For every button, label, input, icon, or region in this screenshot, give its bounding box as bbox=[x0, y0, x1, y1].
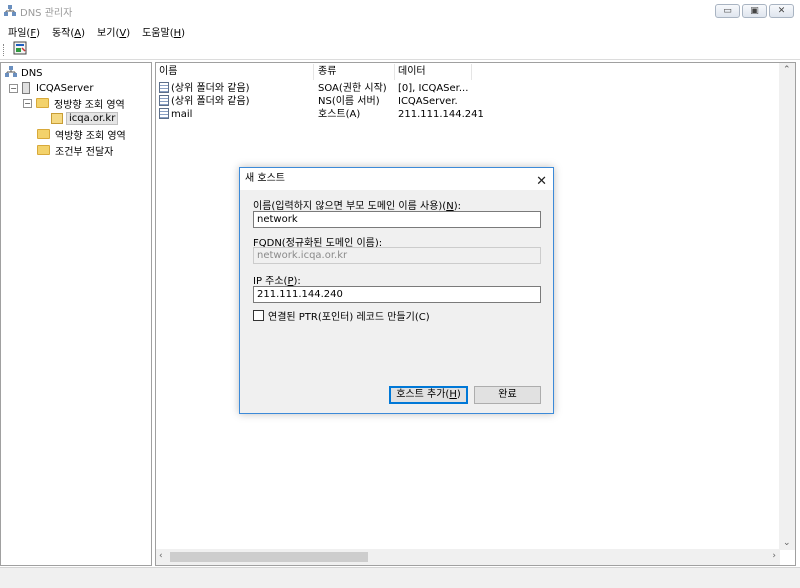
column-header-name[interactable]: 이름 bbox=[156, 64, 314, 80]
tree-item-server[interactable]: − ICQAServer bbox=[9, 81, 93, 95]
tree-item-label: icqa.or.kr bbox=[66, 111, 119, 125]
tree-item-forward-zones[interactable]: − 정방향 조회 영역 bbox=[23, 96, 125, 111]
close-button[interactable]: ✕ bbox=[769, 4, 794, 18]
close-icon: ✕ bbox=[777, 6, 786, 16]
properties-icon bbox=[13, 41, 27, 58]
toolbar bbox=[0, 40, 800, 60]
done-button[interactable]: 완료 bbox=[474, 386, 541, 404]
server-icon bbox=[22, 82, 30, 94]
vertical-scrollbar[interactable]: ⌃ ⌄ bbox=[779, 63, 795, 550]
horizontal-scroll-thumb[interactable] bbox=[170, 552, 368, 562]
tree-item-reverse-zones[interactable]: 역방향 조회 영역 bbox=[37, 127, 126, 142]
ip-label: IP 주소(P): bbox=[253, 276, 301, 287]
console-tree: DNS − ICQAServer − 정방향 조회 영역 icqa.or.kr … bbox=[0, 62, 152, 566]
scroll-up-icon[interactable]: ⌃ bbox=[783, 65, 791, 75]
minimize-icon: ▭ bbox=[723, 6, 732, 16]
column-header-type[interactable]: 종류 bbox=[315, 64, 395, 80]
column-header-data[interactable]: 데이터 bbox=[395, 64, 472, 80]
ip-address-input[interactable]: 211.111.144.240 bbox=[253, 286, 541, 303]
table-row[interactable]: (상위 폴더와 같음) NS(이름 서버) ICQAServer. bbox=[159, 95, 789, 108]
record-icon bbox=[159, 95, 169, 106]
tree-item-label: 조건부 전달자 bbox=[55, 146, 114, 158]
create-ptr-checkbox[interactable] bbox=[253, 310, 264, 321]
folder-icon bbox=[37, 129, 50, 139]
table-row[interactable]: (상위 폴더와 같음) SOA(권한 시작) [0], ICQASer... bbox=[159, 82, 789, 95]
dialog-title-bar: 새 호스트 ✕ bbox=[240, 168, 553, 190]
folder-icon bbox=[37, 145, 50, 155]
new-host-dialog: 새 호스트 ✕ 이름(입력하지 않으면 부모 도메인 이름 사용)(N): ne… bbox=[239, 167, 554, 414]
dialog-title: 새 호스트 bbox=[245, 173, 285, 184]
menu-bar: 파일(F) 동작(A) 보기(V) 도움말(H) bbox=[0, 22, 800, 40]
menu-view[interactable]: 보기(V) bbox=[97, 24, 130, 39]
record-icon bbox=[159, 108, 169, 119]
fqdn-field: network.icqa.or.kr bbox=[253, 247, 541, 264]
tree-item-label: 역방향 조회 영역 bbox=[55, 130, 126, 142]
tree-item-dns[interactable]: DNS bbox=[5, 65, 43, 81]
menu-help[interactable]: 도움말(H) bbox=[142, 24, 185, 39]
scroll-right-icon[interactable]: › bbox=[772, 551, 776, 561]
dns-app-icon bbox=[4, 5, 16, 17]
minimize-button[interactable]: ▭ bbox=[715, 4, 740, 18]
window-title: DNS 관리자 bbox=[20, 7, 73, 19]
maximize-button[interactable]: ▣ bbox=[742, 4, 767, 18]
dns-root-icon bbox=[5, 65, 17, 81]
collapse-icon[interactable]: − bbox=[9, 83, 18, 93]
status-bar bbox=[0, 567, 800, 588]
menu-action[interactable]: 동작(A) bbox=[52, 24, 85, 39]
scroll-down-icon[interactable]: ⌄ bbox=[783, 538, 791, 548]
dialog-close-icon[interactable]: ✕ bbox=[536, 171, 547, 193]
tree-item-label: 정방향 조회 영역 bbox=[54, 99, 125, 111]
title-bar: DNS 관리자 ▭ ▣ ✕ bbox=[0, 0, 800, 22]
tree-item-conditional-forwarders[interactable]: 조건부 전달자 bbox=[37, 143, 114, 158]
name-label: 이름(입력하지 않으면 부모 도메인 이름 사용)(N): bbox=[253, 201, 461, 212]
name-input[interactable]: network bbox=[253, 211, 541, 228]
tree-item-label: DNS bbox=[21, 67, 43, 79]
scroll-left-icon[interactable]: ‹ bbox=[159, 551, 163, 561]
create-ptr-label[interactable]: 연결된 PTR(포인터) 레코드 만들기(C) bbox=[268, 308, 430, 323]
add-host-button[interactable]: 호스트 추가(H) bbox=[389, 386, 468, 404]
table-row[interactable]: mail 호스트(A) 211.111.144.241 bbox=[159, 108, 789, 121]
toolbar-grip bbox=[3, 43, 6, 56]
zone-icon bbox=[51, 112, 63, 124]
record-icon bbox=[159, 82, 169, 93]
tree-item-label: ICQAServer bbox=[36, 82, 94, 94]
tree-item-zone-icqa[interactable]: icqa.or.kr bbox=[51, 111, 119, 125]
folder-icon bbox=[36, 98, 49, 108]
menu-file[interactable]: 파일(F) bbox=[8, 24, 40, 39]
collapse-icon[interactable]: − bbox=[23, 98, 32, 108]
maximize-icon: ▣ bbox=[750, 6, 759, 16]
horizontal-scrollbar[interactable]: ‹ › bbox=[156, 549, 780, 565]
properties-tool-button[interactable] bbox=[12, 41, 28, 58]
